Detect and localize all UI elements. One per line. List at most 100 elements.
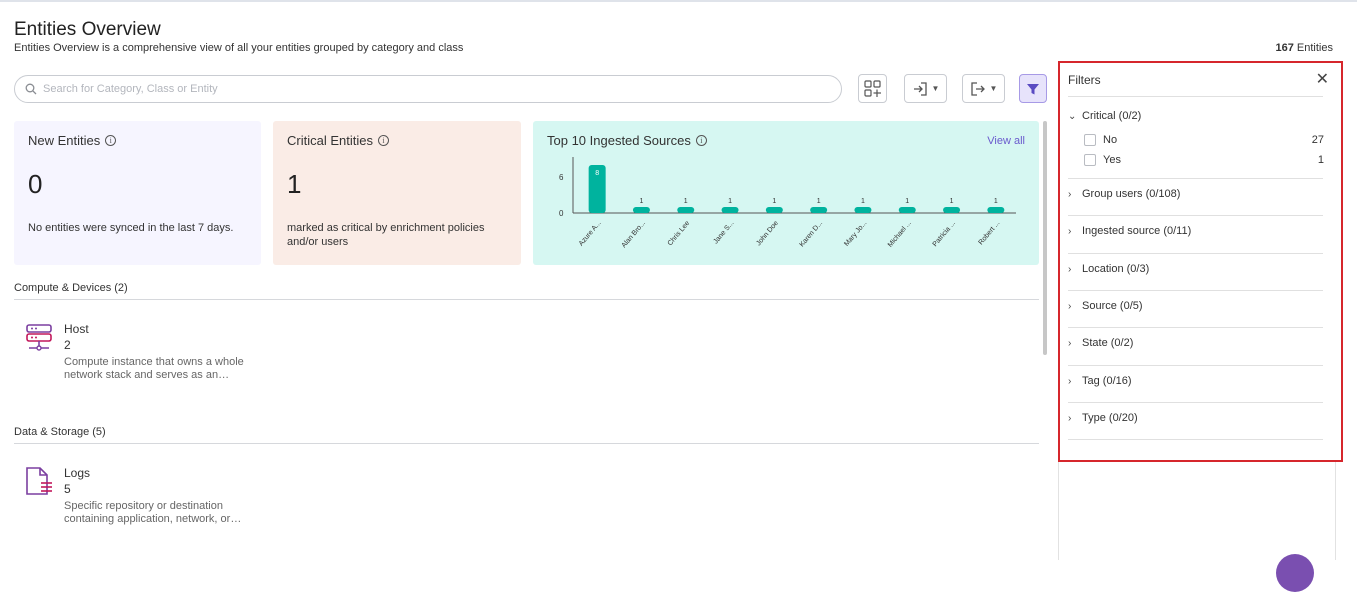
section-title: Data & Storage (5) [14,426,106,438]
filter-group-state[interactable]: › State (0/2) [1068,337,1323,349]
filters-title: Filters [1068,73,1101,87]
divider [1068,365,1323,366]
checkbox[interactable] [1084,134,1096,146]
chart-bar[interactable] [632,207,650,213]
chevron-right-icon: › [1068,337,1072,349]
page-subtitle: Entities Overview is a comprehensive vie… [14,42,464,54]
host-server-icon [26,324,52,351]
bar-data-label: 1 [950,198,954,205]
entity-count: 167 Entities [1276,42,1334,54]
entity-name: Logs [64,466,91,480]
divider [1068,96,1323,97]
divider [1068,439,1323,440]
chart-bar[interactable] [765,207,783,213]
divider [1068,178,1323,179]
filter-option-count: 1 [1317,154,1324,166]
content-scrollbar[interactable] [1043,121,1047,355]
filter-group-label: Group users (0/108) [1082,188,1181,200]
x-tick-label: John Doe [755,220,780,248]
filters-panel: Filters ✕ ⌄ Critical (0/2) No 27 Yes 1 ›… [1058,61,1343,462]
chart-bar[interactable] [943,207,961,213]
bar-data-label: 1 [639,198,643,205]
chevron-right-icon: › [1068,300,1072,312]
info-icon[interactable]: i [105,135,117,146]
chevron-down-icon: ⌄ [1068,110,1077,122]
critical-entities-desc: marked as critical by enrichment policie… [287,222,485,248]
search-icon [25,83,37,95]
filter-group-location[interactable]: › Location (0/3) [1068,263,1323,275]
checkbox[interactable] [1084,154,1096,166]
filter-option-yes[interactable]: Yes 1 [1084,154,1324,166]
entity-count: 2 [64,338,71,352]
chart-bar[interactable] [854,207,872,213]
filter-group-label: Ingested source (0/11) [1082,225,1192,237]
filter-group-label: Location (0/3) [1082,263,1150,275]
divider [1068,402,1323,403]
new-entities-desc: No entities were synced in the last 7 da… [28,222,234,234]
filter-group-label: Source (0/5) [1082,300,1143,312]
chart-bar[interactable] [987,207,1005,213]
top-sources-chart: 6 0 8 Azure A... 1 Alan Bro... 1 Chris Lee 1 Jane… [559,157,1016,249]
page-title: Entities Overview [14,19,161,40]
section-divider [14,299,1039,300]
x-tick-label: Robert ... [978,220,1002,247]
entity-card[interactable]: Logs 5 Specific repository or destinatio… [24,466,264,526]
info-icon[interactable]: i [377,135,389,146]
entity-card[interactable]: Host 2 Compute instance that owns a whol… [24,322,264,382]
entity-count-value: 167 [1275,42,1294,54]
filter-option-label: No [1103,134,1118,146]
filter-option-count: 27 [1311,134,1324,146]
chart-bar[interactable] [721,207,739,213]
chart-bar[interactable] [898,207,916,213]
import-icon [913,81,927,96]
chevron-right-icon: › [1068,225,1072,237]
close-icon[interactable]: ✕ [1316,69,1329,89]
divider [1068,215,1323,216]
entity-name: Host [64,322,89,336]
chevron-right-icon: › [1068,375,1072,387]
top-border [0,0,1357,2]
filter-group-label: Type (0/20) [1082,412,1138,424]
chart-bar[interactable] [677,207,695,213]
filter-group-group-users[interactable]: › Group users (0/108) [1068,188,1323,200]
add-widget-button[interactable] [858,74,887,103]
divider [1068,290,1323,291]
filter-group-source[interactable]: › Source (0/5) [1068,300,1323,312]
filter-group-label: Critical (0/2) [1082,110,1142,122]
bar-data-label: 1 [861,198,865,205]
x-tick-label: Michael ... [887,220,913,249]
filter-group-type[interactable]: › Type (0/20) [1068,412,1323,424]
filter-group-tag[interactable]: › Tag (0/16) [1068,375,1323,387]
search-bar[interactable] [14,75,842,103]
bar-data-label: 1 [905,198,909,205]
bar-data-label: 1 [772,198,776,205]
import-button[interactable]: ▼ [904,74,947,103]
critical-entities-value: 1 [287,169,302,199]
bar-data-label: 8 [595,170,599,177]
bar-data-label: 1 [994,198,998,205]
y-tick-label: 0 [559,209,564,218]
divider [1068,327,1323,328]
filter-group-critical[interactable]: ⌄ Critical (0/2) [1068,110,1323,122]
new-entities-card: New Entities i 0 No entities were synced… [14,121,261,265]
bar-data-label: 1 [684,198,688,205]
filter-group-ingested-source[interactable]: › Ingested source (0/11) [1068,225,1323,237]
y-tick-label: 6 [559,173,564,182]
export-button[interactable]: ▼ [962,74,1005,103]
entity-count: 5 [64,482,71,496]
x-tick-label: Karen D... [799,220,825,249]
chart-bar[interactable] [810,207,828,213]
chevron-right-icon: › [1068,188,1072,200]
top-sources-card: Top 10 Ingested Sources i View all 6 0 8 Az… [533,121,1039,265]
entity-desc: Specific repository or destination conta… [64,500,242,525]
section-divider [14,443,1039,444]
new-entities-title: New Entities [28,133,101,148]
chevron-down-icon: ▼ [931,84,940,93]
section-title: Compute & Devices (2) [14,282,128,294]
add-grid-icon [863,79,881,97]
filter-option-no[interactable]: No 27 [1084,134,1324,146]
filter-toggle-button[interactable] [1019,74,1047,103]
search-input[interactable] [43,83,803,95]
filter-panel-extension [1058,462,1336,560]
chevron-right-icon: › [1068,263,1072,275]
